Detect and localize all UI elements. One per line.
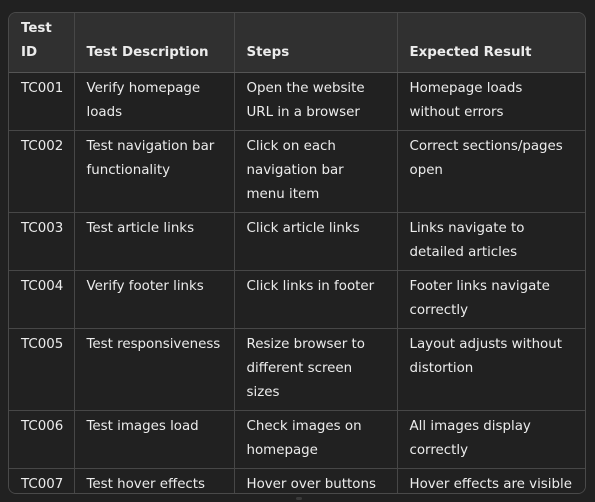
table-row: TC003 Test article links Click article l… [9,212,585,271]
cell-test-description: Test navigation bar functionality [74,130,235,213]
table-row: TC002 Test navigation bar functionality … [9,130,585,213]
table-row: TC006 Test images load Check images on h… [9,410,585,469]
header-expected-result: Expected Result [397,13,585,73]
cell-test-id: TC005 [9,328,75,411]
table-body: TC001 Verify homepage loads Open the web… [9,72,585,493]
cell-expected-result: All images display correctly [397,410,585,469]
table-row: TC004 Verify footer links Click links in… [9,270,585,329]
cell-steps: Check images on homepage [234,410,398,469]
table-row: TC007 Test hover effects Hover over butt… [9,468,585,493]
cell-test-id: TC001 [9,72,75,131]
cell-test-id: TC006 [9,410,75,469]
cell-test-id: TC003 [9,212,75,271]
cell-expected-result: Homepage loads without errors [397,72,585,131]
test-case-table: Test ID Test Description Steps Expected R… [9,13,585,493]
header-test-id: Test ID [9,13,75,73]
cell-test-id: TC004 [9,270,75,329]
cell-expected-result: Correct sections/pages open [397,130,585,213]
table-header: Test ID Test Description Steps Expected R… [9,13,585,73]
cell-steps: Resize browser to different screen sizes [234,328,398,411]
cell-test-description: Test article links [74,212,235,271]
header-test-description: Test Description [74,13,235,73]
cell-steps: Click on each navigation bar menu item [234,130,398,213]
table-row: TC001 Verify homepage loads Open the web… [9,72,585,131]
scroll-indicator [296,497,302,500]
cell-expected-result: Layout adjusts without distortion [397,328,585,411]
header-test-id-line-2: ID [21,45,38,60]
cell-test-description: Verify homepage loads [74,72,235,131]
header-steps: Steps [234,13,398,73]
cell-test-id: TC002 [9,130,75,213]
cell-steps: Click article links [234,212,398,271]
cell-steps: Hover over buttons and links [234,468,398,493]
cell-test-id: TC007 [9,468,75,493]
table-row: TC005 Test responsiveness Resize browser… [9,328,585,411]
cell-expected-result: Footer links navigate correctly [397,270,585,329]
cell-expected-result: Hover effects are visible and functional [409,477,572,492]
cell-expected-result: Links navigate to detailed articles [397,212,585,271]
cell-test-description: Verify footer links [74,270,235,329]
test-case-table-container: Test ID Test Description Steps Expected R… [8,12,586,494]
cell-steps: Click links in footer [234,270,398,329]
header-test-id-line-1: Test [21,21,52,36]
cell-test-description: Test hover effects [74,468,235,493]
table-header-row: Test ID Test Description Steps Expected R… [9,13,585,73]
cell-test-description: Test images load [74,410,235,469]
cell-test-description: Test responsiveness [74,328,235,411]
cell-steps: Open the website URL in a browser [234,72,398,131]
